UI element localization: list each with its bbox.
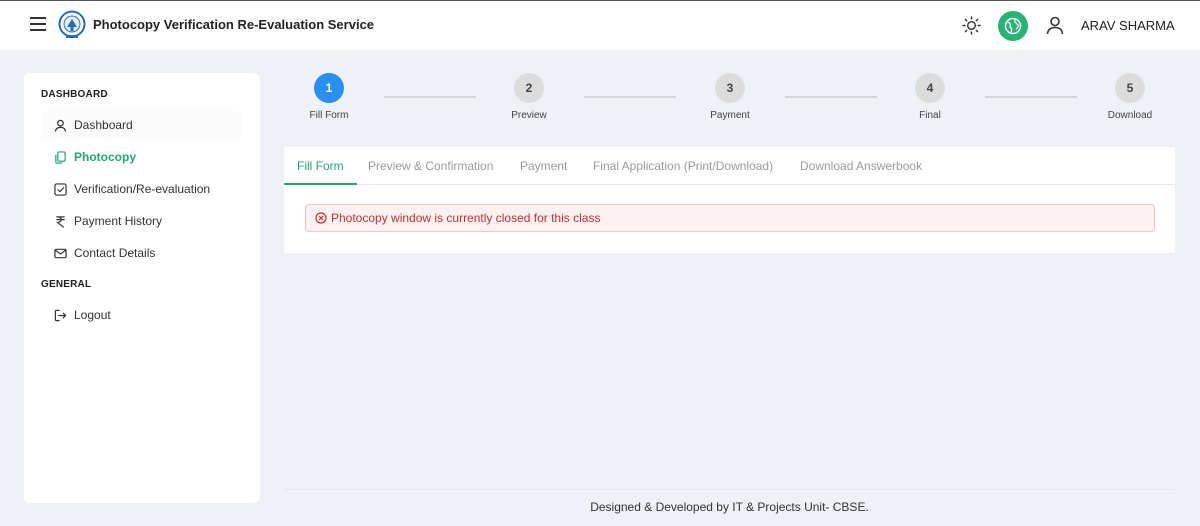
sidebar-item-payment-history[interactable]: Payment History (42, 207, 242, 235)
step-number: 1 (314, 73, 344, 103)
section-heading-general: GENERAL (41, 279, 92, 290)
sidebar-item-photocopy[interactable]: Photocopy (42, 143, 242, 171)
step-label: Preview (511, 110, 547, 121)
alert-message: Photocopy window is currently closed for… (331, 211, 601, 225)
sidebar-item-logout[interactable]: Logout (42, 301, 242, 329)
user-icon[interactable] (1045, 15, 1065, 35)
step-connector (584, 96, 676, 98)
footer-divider (284, 489, 1175, 490)
step-label: Download (1107, 110, 1153, 121)
step-payment[interactable]: 3 Payment (690, 73, 770, 121)
content-panel: Fill Form Preview & Confirmation Payment… (284, 147, 1175, 253)
rupee-icon (52, 213, 68, 229)
checkbox-icon (52, 181, 68, 197)
user-icon (52, 117, 68, 133)
step-final[interactable]: 4 Final (890, 73, 970, 121)
tab-preview-confirmation[interactable]: Preview & Confirmation (368, 147, 493, 185)
step-preview[interactable]: 2 Preview (489, 73, 569, 121)
cbse-logo (58, 10, 86, 38)
sidebar-item-dashboard[interactable]: Dashboard (42, 111, 242, 139)
step-fill-form[interactable]: 1 Fill Form (289, 73, 369, 121)
top-header: Photocopy Verification Re-Evaluation Ser… (0, 1, 1200, 50)
step-number: 2 (514, 73, 544, 103)
tab-final-application[interactable]: Final Application (Print/Download) (593, 147, 773, 185)
step-label: Payment (710, 110, 750, 121)
step-number: 3 (715, 73, 745, 103)
sidebar-item-verification[interactable]: Verification/Re-evaluation (42, 175, 242, 203)
user-name[interactable]: ARAV SHARMA (1081, 18, 1175, 33)
section-heading-dashboard: DASHBOARD (41, 89, 108, 100)
tab-download-answerbook[interactable]: Download Answerbook (800, 147, 922, 185)
progress-stepper: 1 Fill Form 2 Preview 3 Payment 4 Final … (284, 71, 1180, 127)
copy-icon (52, 149, 68, 165)
sidebar: DASHBOARD Dashboard Photocopy Verificati… (24, 73, 260, 503)
sidebar-item-label: Payment History (74, 214, 163, 228)
footer-text: Designed & Developed by IT & Projects Un… (590, 500, 869, 514)
sidebar-item-label: Photocopy (74, 150, 136, 164)
step-download[interactable]: 5 Download (1090, 73, 1170, 121)
sidebar-item-label: Dashboard (74, 118, 133, 132)
step-connector (785, 96, 877, 98)
globe-button[interactable] (998, 11, 1028, 41)
sidebar-item-contact-details[interactable]: Contact Details (42, 239, 242, 267)
globe-icon (1004, 17, 1022, 35)
step-connector (384, 96, 476, 98)
error-alert: Photocopy window is currently closed for… (305, 204, 1155, 232)
step-label: Final (919, 110, 941, 121)
menu-icon[interactable] (30, 17, 46, 31)
step-connector (985, 96, 1077, 98)
step-number: 5 (1115, 73, 1145, 103)
close-circle-icon (315, 212, 327, 224)
app-title: Photocopy Verification Re-Evaluation Ser… (93, 17, 375, 32)
tab-bar: Fill Form Preview & Confirmation Payment… (284, 147, 1175, 185)
mail-icon (52, 245, 68, 261)
step-label: Fill Form (309, 110, 349, 121)
tab-payment[interactable]: Payment (520, 147, 567, 185)
sidebar-item-label: Verification/Re-evaluation (74, 182, 211, 196)
sun-icon[interactable] (962, 16, 981, 35)
step-number: 4 (915, 73, 945, 103)
tab-fill-form[interactable]: Fill Form (284, 147, 357, 185)
logout-icon (52, 307, 68, 323)
sidebar-item-label: Logout (74, 308, 111, 322)
sidebar-item-label: Contact Details (74, 246, 156, 260)
